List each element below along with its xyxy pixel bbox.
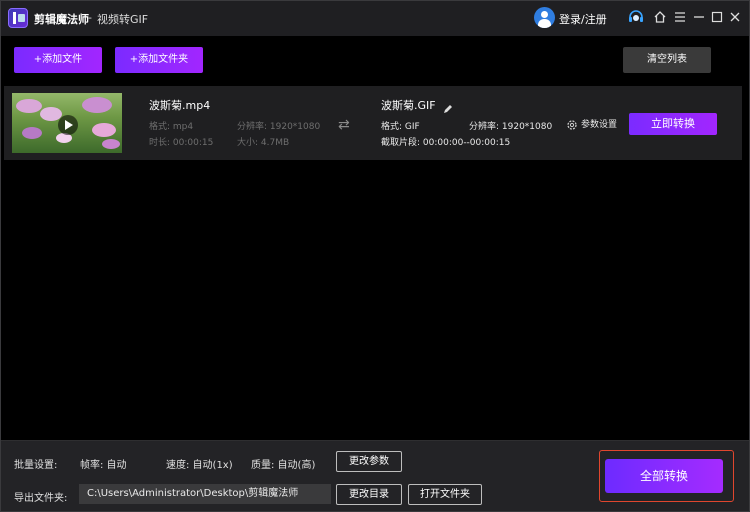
file-list-item: 波斯菊.mp4 格式: mp4 分辨率: 1920*1080 时长: 00:00… [4, 86, 742, 160]
change-params-button[interactable]: 更改参数 [336, 451, 402, 472]
change-directory-button[interactable]: 更改目录 [336, 484, 402, 505]
batch-settings-label: 批量设置: [14, 460, 58, 471]
target-resolution: 分辨率: 1920*1080 [469, 122, 553, 132]
play-icon[interactable] [58, 115, 78, 135]
menu-icon[interactable] [671, 8, 689, 26]
export-folder-label: 导出文件夹: [14, 493, 68, 504]
user-avatar-icon[interactable] [534, 7, 555, 28]
login-register-link[interactable]: 登录/注册 [559, 11, 607, 27]
param-settings-link[interactable]: 参数设置 [581, 117, 617, 130]
window-subtitle: 视频转GIF [97, 13, 149, 26]
close-icon[interactable] [726, 8, 744, 26]
source-file-name: 波斯菊.mp4 [149, 99, 211, 112]
convert-arrow-icon: ⇄ [338, 117, 350, 133]
frame-rate-value: 帧率: 自动 [80, 460, 127, 471]
app-logo-icon [8, 8, 28, 28]
open-folder-button[interactable]: 打开文件夹 [408, 484, 482, 505]
add-folder-button[interactable]: +添加文件夹 [115, 47, 203, 73]
gear-icon[interactable] [566, 116, 578, 130]
target-format: 格式: GIF [381, 122, 420, 132]
window-border [0, 0, 750, 512]
speed-value: 速度: 自动(1x) [166, 460, 233, 471]
quality-value: 质量: 自动(高) [251, 460, 316, 471]
maximize-icon[interactable] [708, 8, 726, 26]
minimize-icon[interactable] [690, 8, 708, 26]
source-duration: 时长: 00:00:15 [149, 138, 214, 148]
target-clip-range: 截取片段: 00:00:00--00:00:15 [381, 138, 511, 148]
add-file-button[interactable]: +添加文件 [14, 47, 102, 73]
app-name: 剪辑魔法师 [34, 13, 89, 26]
clear-list-button[interactable]: 清空列表 [623, 47, 711, 73]
edit-name-icon[interactable] [443, 99, 453, 113]
source-size: 大小: 4.7MB [237, 138, 290, 148]
source-format: 格式: mp4 [149, 122, 194, 132]
export-path-field[interactable]: C:\Users\Administrator\Desktop\剪辑魔法师 [79, 484, 331, 504]
convert-now-button[interactable]: 立即转换 [629, 113, 717, 135]
convert-all-button[interactable]: 全部转换 [605, 459, 723, 493]
video-thumbnail[interactable] [12, 93, 122, 153]
home-icon[interactable] [651, 8, 669, 26]
target-file-name: 波斯菊.GIF [381, 99, 436, 112]
headset-icon[interactable] [627, 8, 645, 26]
source-resolution: 分辨率: 1920*1080 [237, 122, 321, 132]
title-separator: - [88, 11, 92, 24]
title-bar: 剪辑魔法师 - 视频转GIF 登录/注册 [0, 0, 750, 36]
